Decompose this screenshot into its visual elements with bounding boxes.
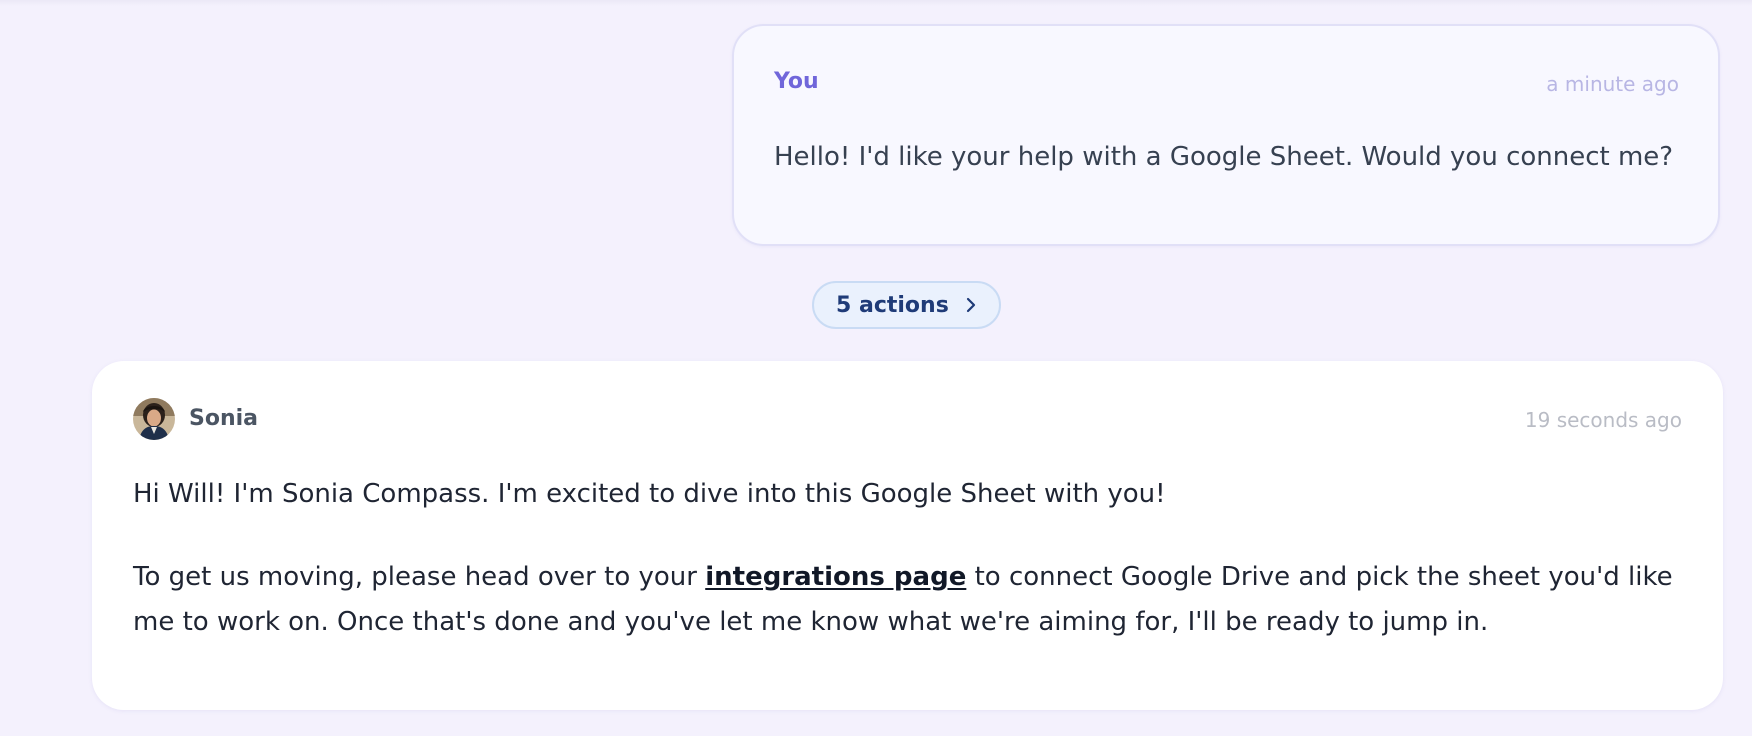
- avatar: [133, 398, 175, 440]
- user-sender-name: You: [774, 69, 819, 94]
- assistant-message-paragraph-1: Hi Will! I'm Sonia Compass. I'm excited …: [133, 479, 1166, 509]
- actions-label: 5 actions: [836, 292, 949, 318]
- paragraph-text-before-link: To get us moving, please head over to yo…: [133, 562, 706, 592]
- user-message-text: Hello! I'd like your help with a Google …: [774, 142, 1674, 172]
- actions-toggle-button[interactable]: 5 actions: [812, 281, 1001, 329]
- assistant-message-bubble: Sonia 19 seconds ago Hi Will! I'm Sonia …: [92, 361, 1723, 710]
- assistant-message-paragraph-2: To get us moving, please head over to yo…: [133, 555, 1693, 645]
- chevron-right-icon: [963, 297, 979, 313]
- user-message-timestamp: a minute ago: [1546, 72, 1679, 96]
- user-message-bubble: You a minute ago Hello! I'd like your he…: [732, 24, 1720, 246]
- assistant-sender-name: Sonia: [189, 406, 259, 431]
- integrations-page-link[interactable]: integrations page: [705, 562, 966, 592]
- top-shadow: [0, 0, 1752, 6]
- assistant-message-timestamp: 19 seconds ago: [1524, 408, 1682, 432]
